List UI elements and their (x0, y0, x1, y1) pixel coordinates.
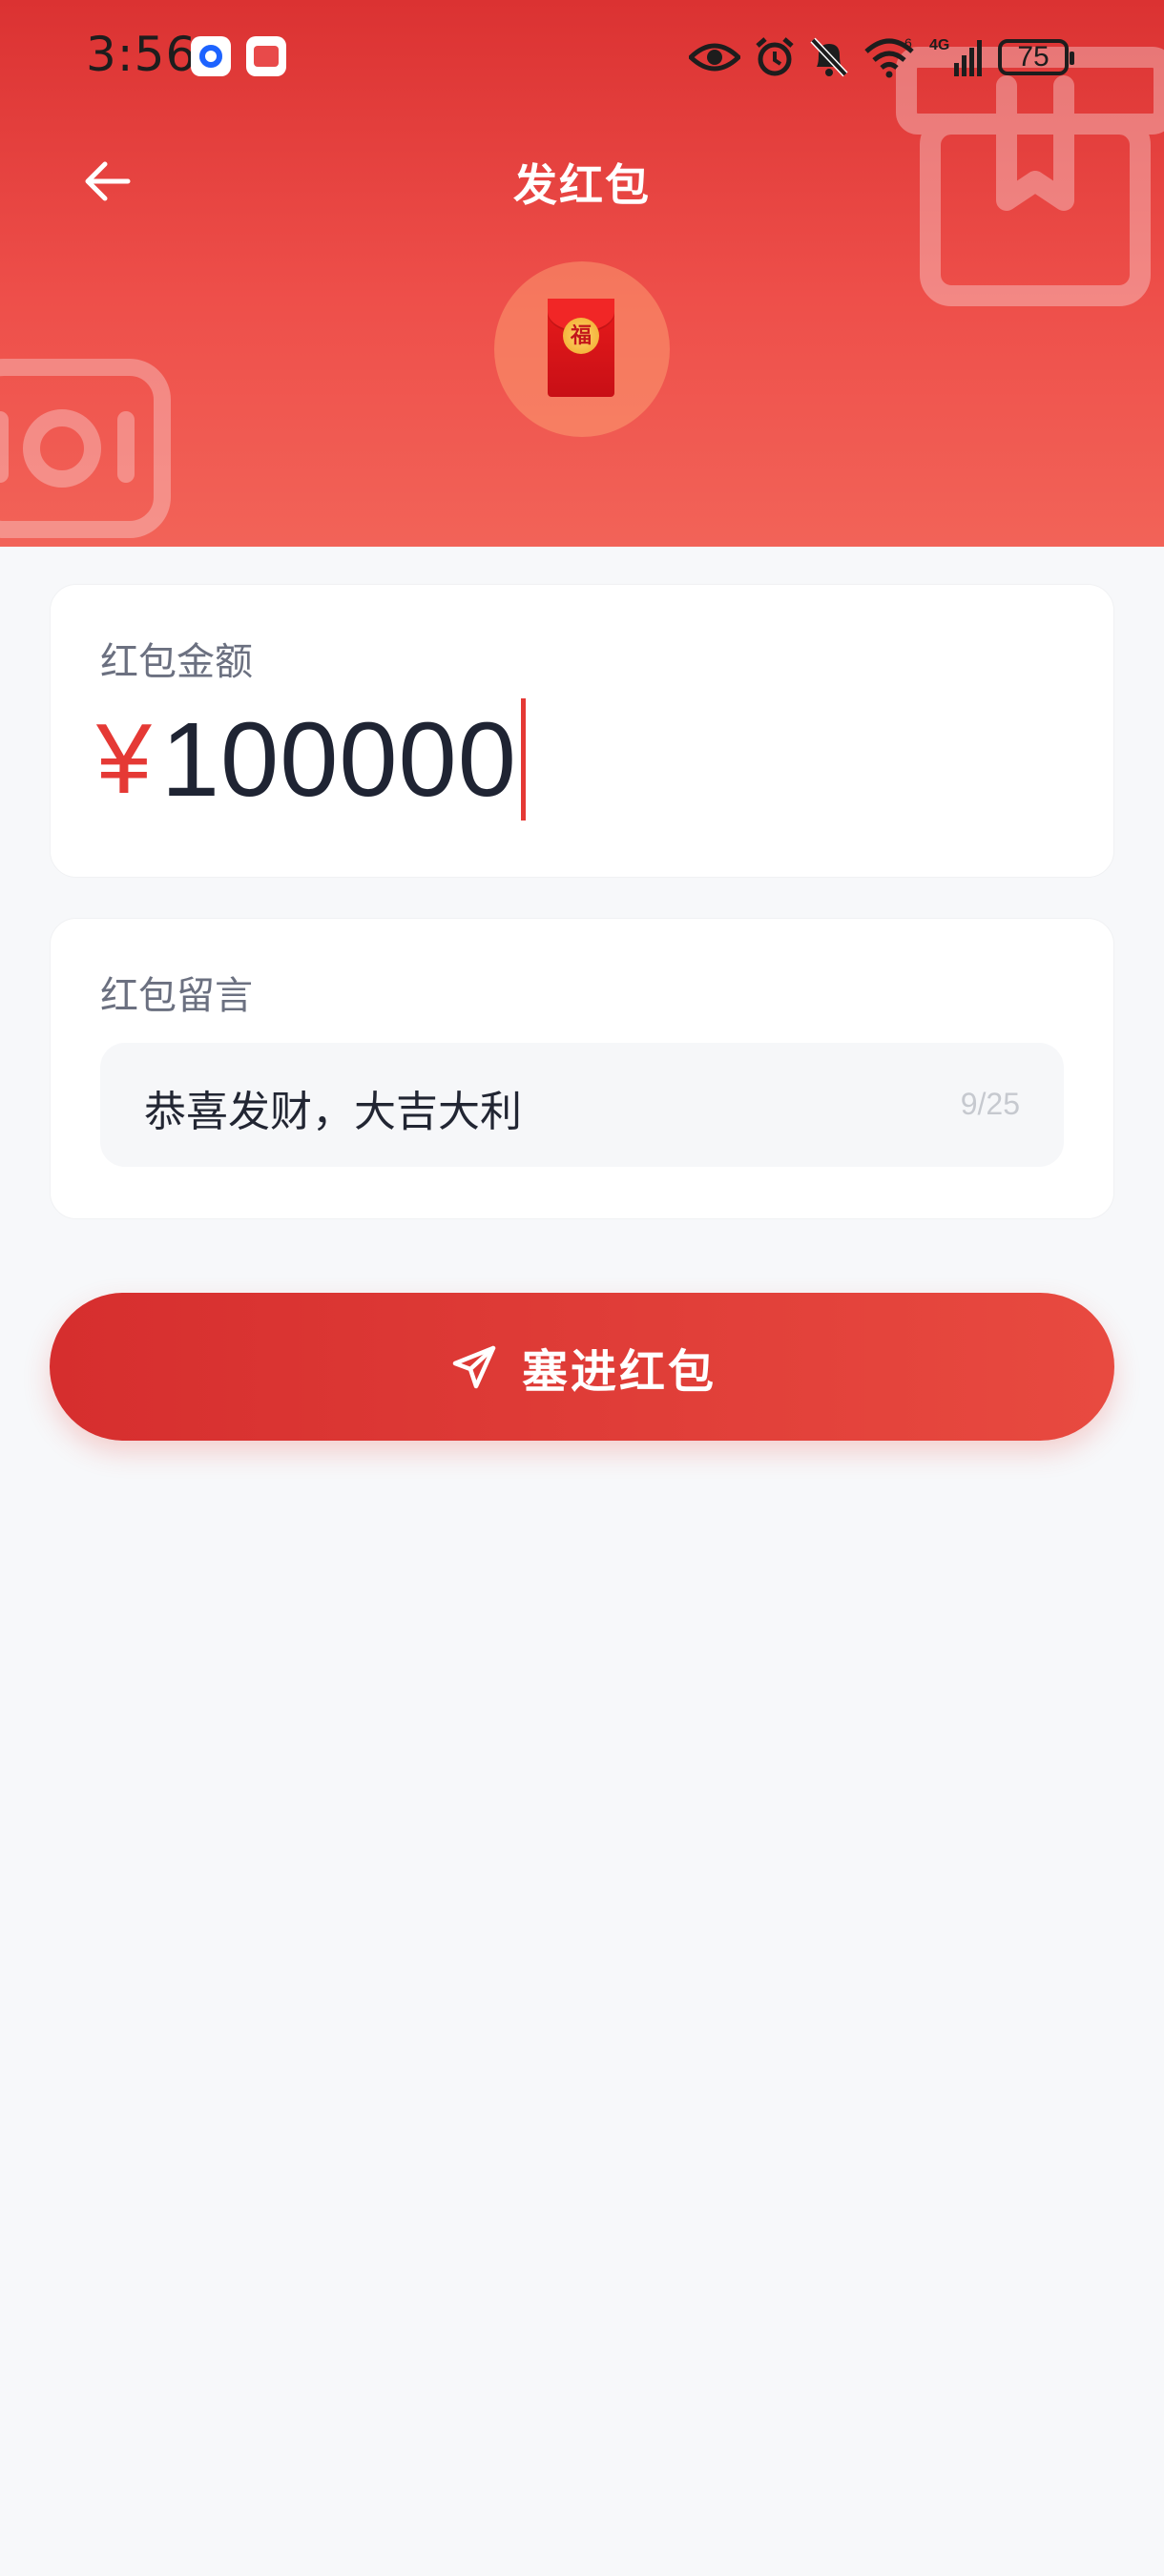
amount-label: 红包金额 (100, 640, 253, 684)
message-input[interactable]: 恭喜发财，大吉大利 9/25 (100, 1043, 1064, 1167)
status-bar: 3:56 6 4G 75 (0, 0, 1164, 114)
battery-icon: 75 (998, 39, 1074, 75)
app-notification-icon (191, 36, 231, 76)
app-notification-icon (246, 36, 286, 76)
text-cursor (520, 698, 526, 821)
send-button-label: 塞进红包 (521, 1344, 717, 1399)
signal-icon: 4G (929, 37, 982, 76)
camera-decoration-icon (0, 359, 171, 538)
amount-input[interactable]: ¥ 100000 (96, 697, 526, 821)
status-icons: 6 4G 75 (689, 29, 1074, 86)
send-envelope-button[interactable]: 塞进红包 (50, 1293, 1114, 1441)
char-counter: 9/25 (960, 1087, 1020, 1121)
message-label: 红包留言 (100, 974, 253, 1018)
fu-seal: 福 (563, 318, 599, 354)
status-time: 3:56 (86, 27, 197, 82)
battery-level: 75 (1017, 41, 1050, 73)
network-type-label: 4G (929, 37, 949, 53)
red-envelope-icon: 福 (548, 299, 614, 397)
message-card: 红包留言 恭喜发财，大吉大利 9/25 (50, 918, 1114, 1219)
message-value[interactable]: 恭喜发财，大吉大利 (144, 1077, 522, 1138)
page-title: 发红包 (513, 159, 651, 211)
wifi-icon: 6 (864, 36, 914, 78)
currency-symbol: ¥ (96, 703, 152, 815)
eye-icon (689, 43, 740, 72)
header: 3:56 6 4G 75 发红包 福 (0, 0, 1164, 547)
send-icon (452, 1345, 496, 1388)
alarm-icon (756, 37, 794, 76)
amount-value[interactable]: 100000 (161, 699, 517, 821)
mute-bell-icon (810, 37, 848, 77)
sim-slot-label: 6 (904, 36, 912, 51)
amount-card: 红包金额 ¥ 100000 (50, 584, 1114, 878)
